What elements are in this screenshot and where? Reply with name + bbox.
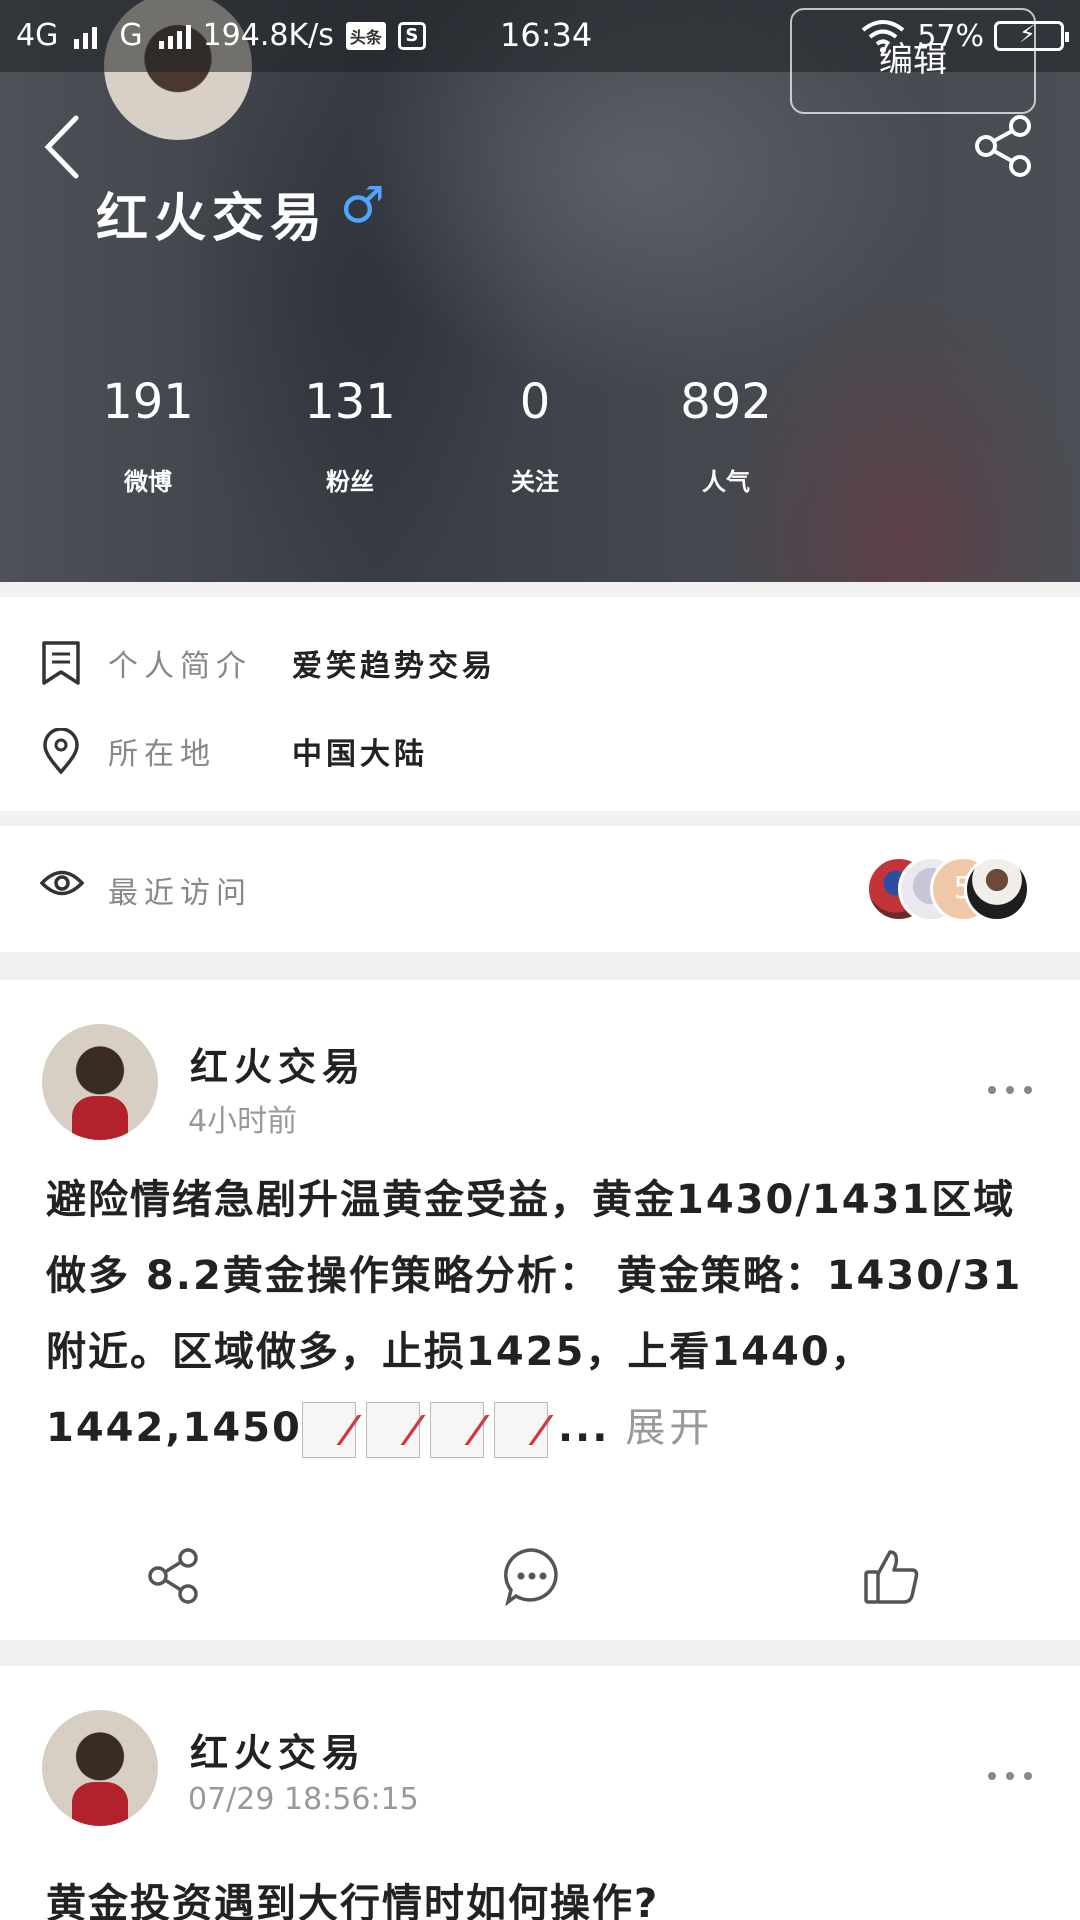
profile-name: 红火交易 xyxy=(96,189,329,249)
post-author-name[interactable]: 红火交易 xyxy=(190,1722,366,1777)
stat-popularity-label: 人气 xyxy=(702,468,750,496)
location-row: 所在地 中国大陆 xyxy=(0,721,1080,781)
stat-following-value: 0 xyxy=(519,374,551,430)
post-card-1[interactable]: 红火交易 4小时前 避险情绪急剧升温黄金受益，黄金1430/1431区域做多 8… xyxy=(0,980,1080,1640)
chart-increasing-icon xyxy=(301,1402,356,1458)
more-dots-icon[interactable] xyxy=(988,1766,1032,1786)
profile-info-card: 个人简介 爱笑趋势交易 所在地 中国大陆 xyxy=(0,597,1080,811)
edit-profile-button[interactable]: 编辑 xyxy=(790,8,1036,114)
network-g-label: G xyxy=(119,18,143,53)
share-icon[interactable] xyxy=(144,1546,204,1606)
s-app-icon: S xyxy=(397,21,426,50)
post-body-text: 黄金投资遇到大行情时如何操作? xyxy=(46,1881,660,1920)
back-arrow-icon[interactable] xyxy=(36,112,92,182)
stat-fans-value: 131 xyxy=(304,374,396,430)
post-author-name[interactable]: 红火交易 xyxy=(190,1036,366,1091)
stat-popularity[interactable]: 892 人气 xyxy=(636,374,816,497)
expand-link[interactable]: 展开 xyxy=(625,1405,713,1451)
network-speed: 194.8K/s xyxy=(202,18,334,53)
profile-header: 4G G 194.8K/s 头条 S 16:34 57% ⚡ 编辑 红火交易 ♂… xyxy=(0,0,1080,582)
stat-weibo-label: 微博 xyxy=(124,468,172,496)
stat-following-label: 关注 xyxy=(511,468,559,496)
chart-increasing-icon xyxy=(429,1402,484,1458)
post-body[interactable]: 避险情绪急剧升温黄金受益，黄金1430/1431区域做多 8.2黄金操作策略分析… xyxy=(46,1162,1046,1466)
stat-weibo[interactable]: 191 微博 xyxy=(58,374,238,497)
chart-increasing-icon xyxy=(493,1402,548,1458)
post-ellipsis: ... xyxy=(557,1405,610,1451)
more-dots-icon[interactable] xyxy=(988,1080,1032,1100)
comment-icon[interactable] xyxy=(502,1546,562,1606)
location-value: 中国大陆 xyxy=(292,737,428,772)
stat-fans-label: 粉丝 xyxy=(326,468,374,496)
location-label: 所在地 xyxy=(108,737,216,772)
gender-male-icon: ♂ xyxy=(340,176,385,234)
stat-following[interactable]: 0 关注 xyxy=(445,374,625,497)
recent-visits-row[interactable]: 最近访问 5 xyxy=(0,826,1080,952)
post-time: 07/29 18:56:15 xyxy=(188,1782,419,1817)
signal-icon-2 xyxy=(158,23,191,49)
signal-icon xyxy=(74,23,98,49)
eye-icon xyxy=(40,870,84,896)
post-card-2[interactable]: 红火交易 07/29 18:56:15 黄金投资遇到大行情时如何操作? xyxy=(0,1666,1080,1920)
bookmark-icon xyxy=(42,641,80,685)
thumbs-up-icon[interactable] xyxy=(862,1546,922,1606)
stat-fans[interactable]: 131 粉丝 xyxy=(260,374,440,497)
share-icon[interactable] xyxy=(972,114,1036,178)
visitor-avatar-4[interactable] xyxy=(964,856,1030,922)
location-pin-icon xyxy=(43,728,79,774)
post-body[interactable]: 黄金投资遇到大行情时如何操作? xyxy=(46,1866,1046,1920)
toutiao-badge-icon: 头条 xyxy=(345,21,386,50)
clock: 16:34 xyxy=(500,16,593,54)
bio-value: 爱笑趋势交易 xyxy=(292,649,496,684)
recent-visits-label: 最近访问 xyxy=(108,876,252,911)
bio-row: 个人简介 爱笑趋势交易 xyxy=(0,633,1080,693)
post-author-avatar[interactable] xyxy=(42,1710,158,1826)
chart-increasing-icon xyxy=(365,1402,420,1458)
post-time: 4小时前 xyxy=(188,1104,298,1139)
stat-weibo-value: 191 xyxy=(102,374,194,430)
network-4g-label: 4G xyxy=(16,18,59,53)
post-author-avatar[interactable] xyxy=(42,1024,158,1140)
bio-label: 个人简介 xyxy=(108,649,252,684)
stat-popularity-value: 892 xyxy=(680,374,772,430)
